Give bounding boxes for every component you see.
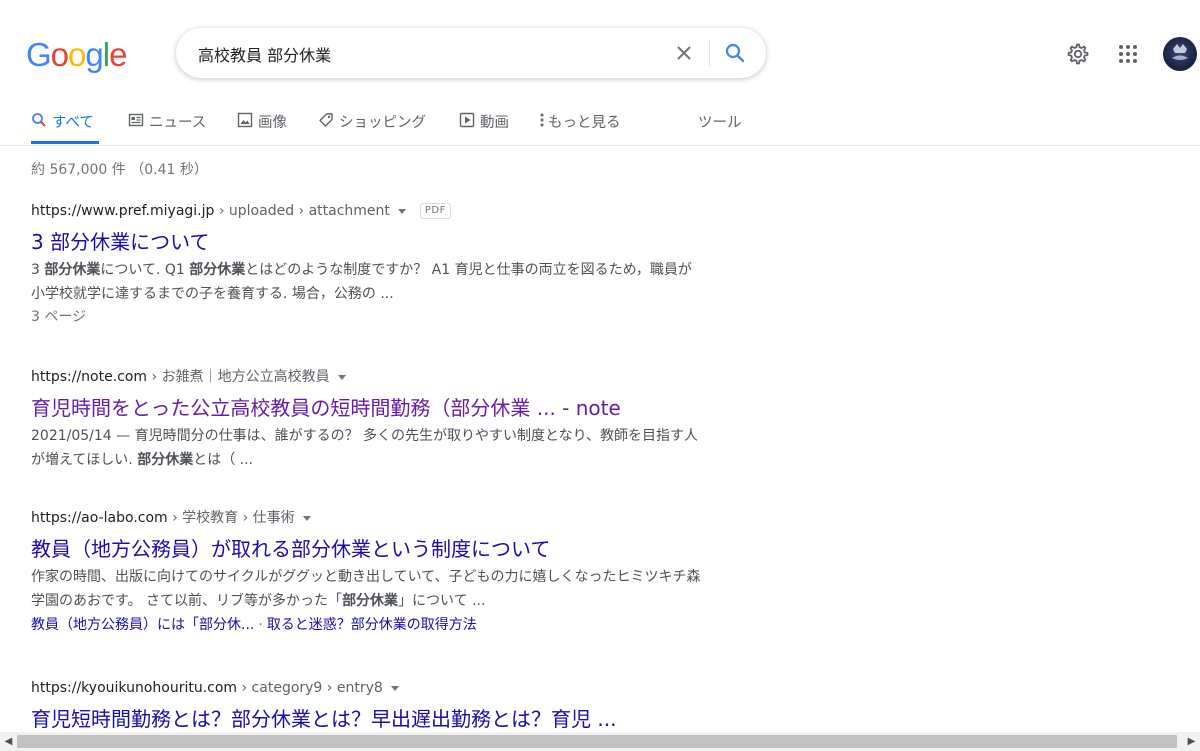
result-site: https://ao-labo.com: [31, 510, 168, 526]
result-url[interactable]: https://www.pref.miyagi.jp › uploaded › …: [31, 201, 701, 221]
tab-news[interactable]: ニュース: [128, 104, 206, 144]
tab-label: 動画: [480, 115, 509, 131]
result-title[interactable]: 教員（地方公務員）が取れる部分休業という制度について: [31, 536, 701, 562]
result-path: › uploaded › attachment: [214, 203, 390, 219]
tab-label: 画像: [258, 115, 287, 131]
result-path: › お雑煮｜地方公立高校教員: [147, 369, 330, 385]
tab-label: もっと見る: [548, 115, 621, 131]
result-path: › 学校教育 › 仕事術: [167, 510, 295, 526]
search-result: https://kyouikunohouritu.com › category9…: [31, 678, 701, 732]
more-vert-icon: [540, 113, 544, 127]
tab-more[interactable]: もっと見る: [538, 104, 621, 144]
result-menu-caret-icon[interactable]: [390, 685, 399, 691]
tab-label: ニュース: [149, 115, 207, 131]
tab-label: ショッピング: [339, 115, 426, 131]
sitelink-separator: ·: [258, 617, 263, 633]
result-stats: 約 567,000 件 （0.41 秒）: [31, 162, 208, 178]
search-tabs: すべて ニュース 画像 ショッピング 動画 もっと見る ツール: [0, 104, 1200, 146]
logo-letter: o: [50, 36, 69, 73]
result-url[interactable]: https://ao-labo.com › 学校教育 › 仕事術: [31, 508, 701, 528]
result-title[interactable]: 育児短時間勤務とは？部分休業とは？早出遅出勤務とは？育児 ...: [31, 706, 701, 732]
result-menu-caret-icon[interactable]: [397, 208, 406, 214]
result-site: https://note.com: [31, 369, 148, 385]
result-snippet: 作家の時間、出版に向けてのサイクルがググッと動き出していて、子どもの力に嬉しくな…: [31, 565, 701, 613]
account-avatar[interactable]: [1163, 37, 1197, 71]
snippet-text: とは（ ...: [193, 452, 254, 468]
tab-shopping[interactable]: ショッピング: [318, 104, 426, 144]
search-result: https://ao-labo.com › 学校教育 › 仕事術 教員（地方公務…: [31, 508, 701, 637]
horizontal-scrollbar[interactable]: ◀ ▶: [0, 732, 1200, 751]
video-icon: [459, 112, 475, 128]
snippet-text: 2021/05/14 — 育児時間分の仕事は、誰がするの？ 多くの先生が取りやす…: [31, 428, 699, 468]
sitelink[interactable]: 教員（地方公務員）には「部分休...: [31, 617, 254, 633]
search-icon: [32, 113, 46, 127]
search-divider: [709, 40, 710, 66]
result-url[interactable]: https://kyouikunohouritu.com › category9…: [31, 678, 701, 698]
result-sitelinks: 教員（地方公務員）には「部分休... · 取ると迷惑？部分休業の取得方法: [31, 613, 701, 637]
tab-label: すべて: [52, 115, 94, 131]
result-snippet: 3 部分休業について. Q1 部分休業とはどのような制度ですか？ A1 育児と仕…: [31, 258, 701, 306]
result-page-count: 3 ページ: [31, 309, 87, 325]
result-url[interactable]: https://note.com › お雑煮｜地方公立高校教員: [31, 367, 701, 387]
snippet-text: 」について ...: [398, 593, 486, 609]
logo-letter: o: [68, 36, 86, 73]
snippet-text: について. Q1: [100, 262, 190, 278]
result-site: https://www.pref.miyagi.jp: [31, 203, 215, 219]
tab-videos[interactable]: 動画: [459, 104, 509, 144]
tab-all[interactable]: すべて: [31, 104, 99, 144]
snippet-highlight: 部分休業: [189, 262, 246, 278]
logo-letter: g: [85, 36, 103, 73]
google-logo[interactable]: Google: [26, 36, 127, 73]
logo-letter: e: [109, 36, 127, 73]
tab-label: ツール: [698, 115, 742, 131]
snippet-highlight: 部分休業: [342, 593, 399, 609]
search-result: https://note.com › お雑煮｜地方公立高校教員 育児時間をとった…: [31, 367, 701, 472]
apps-grid-icon[interactable]: [1116, 42, 1140, 66]
settings-gear-icon[interactable]: [1066, 42, 1090, 66]
result-menu-caret-icon[interactable]: [302, 515, 311, 521]
result-snippet: 2021/05/14 — 育児時間分の仕事は、誰がするの？ 多くの先生が取りやす…: [31, 424, 701, 472]
tab-images[interactable]: 画像: [237, 104, 287, 144]
tag-icon: [319, 113, 333, 127]
snippet-text: 3: [31, 262, 45, 278]
search-box[interactable]: 高校教員 部分休業: [176, 28, 766, 78]
result-path: › category9 › entry8: [237, 680, 383, 696]
snippet-highlight: 部分休業: [137, 452, 194, 468]
result-title[interactable]: 育児時間をとった公立高校教員の短時間勤務（部分休業 ... - note: [31, 395, 701, 421]
sitelink[interactable]: 取ると迷惑？部分休業の取得方法: [267, 617, 477, 633]
result-site: https://kyouikunohouritu.com: [31, 680, 238, 696]
clear-icon[interactable]: [672, 41, 696, 65]
scroll-right-arrow-icon[interactable]: ▶: [1183, 732, 1200, 751]
result-title[interactable]: 3 部分休業について: [31, 229, 701, 255]
search-submit-icon[interactable]: [723, 41, 747, 65]
result-menu-caret-icon[interactable]: [337, 374, 346, 380]
snippet-highlight: 部分休業: [44, 262, 101, 278]
scrollbar-thumb[interactable]: [17, 735, 1177, 748]
tab-tools[interactable]: ツール: [698, 104, 742, 144]
scroll-left-arrow-icon[interactable]: ◀: [0, 732, 17, 751]
search-result: https://www.pref.miyagi.jp › uploaded › …: [31, 201, 701, 328]
image-icon: [237, 112, 253, 128]
news-icon: [128, 113, 144, 127]
file-type-badge: PDF: [419, 203, 451, 219]
logo-letter: G: [26, 36, 52, 73]
search-input[interactable]: 高校教員 部分休業: [198, 42, 331, 66]
